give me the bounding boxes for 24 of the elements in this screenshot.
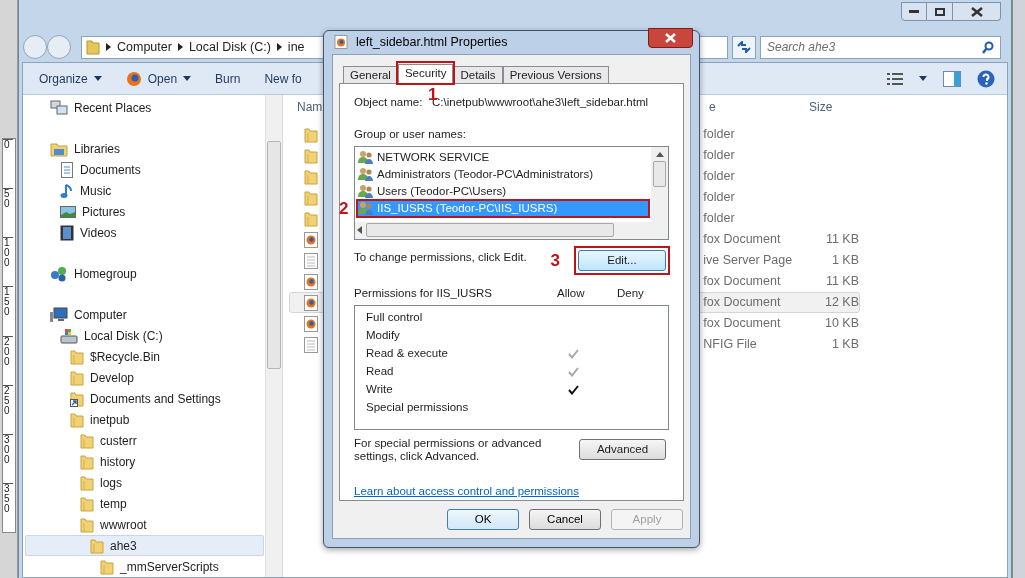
ruler-label: 300 [3,433,13,465]
allow-column-label: Allow [557,286,586,302]
ruler-label: 100 [3,237,13,269]
group-label: Group or user names: [354,126,467,142]
ruler-label: 350 [3,482,13,514]
permission-label: Write [366,382,394,398]
change-permissions-text: To change permissions, click Edit. [354,250,528,266]
permission-label: Full control [366,310,424,326]
permission-label: Modify [366,328,401,344]
step-number: 3 [550,252,560,270]
permissions-label: Permissions for IIS_IUSRS [354,286,494,302]
permission-label: Read [366,364,395,380]
permission-label: Special permissions [366,400,470,416]
step-number: 2 [339,199,349,217]
advanced-settings-text: For special permissions or advanced settings, click Advanced. [354,436,543,463]
deny-column-label: Deny [617,286,644,302]
ruler-label: 50 [3,188,13,210]
object-name-label: Object name: [354,94,424,110]
ruler-label: 200 [3,335,13,367]
ruler-label: 0 [3,139,13,150]
ruler-label: 150 [3,286,13,318]
dialog-title: left_sidebar.html Properties [356,33,509,51]
permission-label: Read & execute [366,346,449,362]
ruler-label: 250 [3,384,13,416]
